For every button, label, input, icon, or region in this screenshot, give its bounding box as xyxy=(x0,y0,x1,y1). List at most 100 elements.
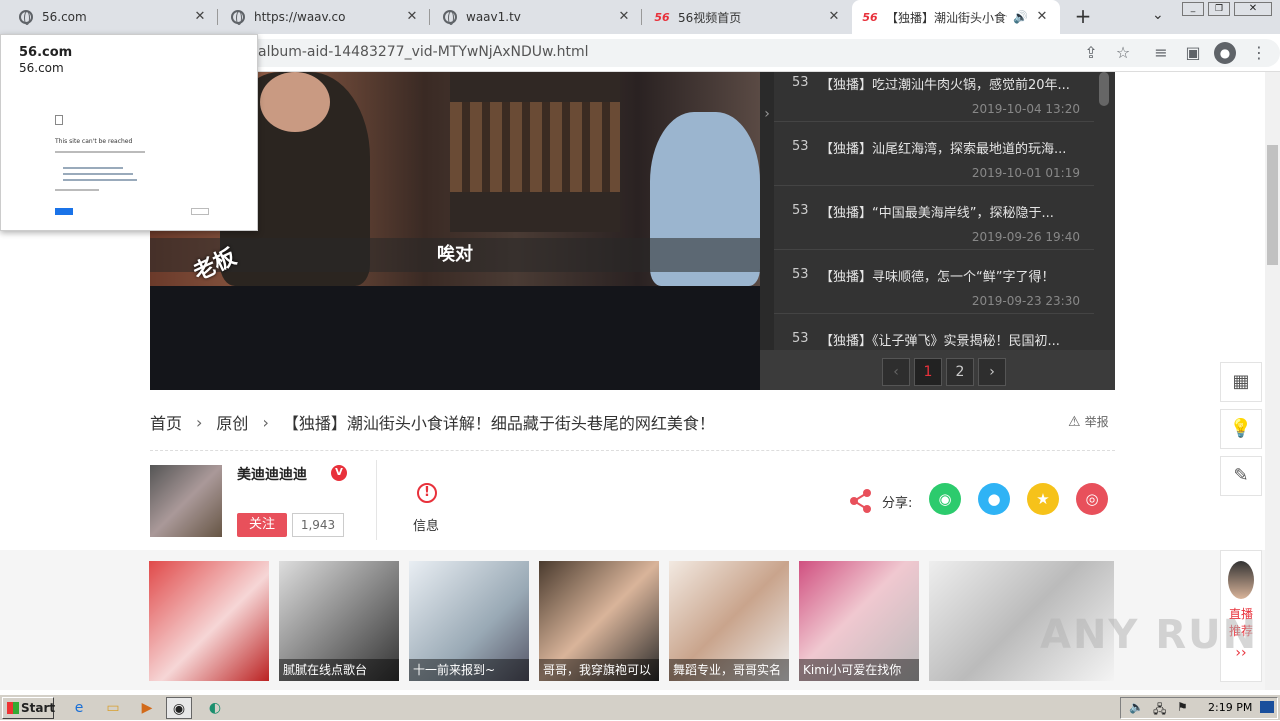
pager-prev-button[interactable]: ‹ xyxy=(882,358,910,386)
close-tab-icon[interactable]: ✕ xyxy=(826,9,842,25)
tab-label: 56.com xyxy=(42,10,87,24)
playlist-item[interactable]: 53 【独播】吃过潮汕牛肉火锅，感觉前20年... 2019-10-04 13:… xyxy=(774,58,1094,122)
media-controls-icon[interactable]: ≡ xyxy=(1150,42,1172,64)
info-icon[interactable]: ! xyxy=(417,483,437,503)
watermark: ANY RUN xyxy=(1040,612,1259,658)
warning-icon: ⚠ xyxy=(1068,414,1081,430)
live-thumb[interactable] xyxy=(149,561,269,681)
live-thumb[interactable]: Kimi小可爱在找你 xyxy=(799,561,919,681)
playlist-scrollbar[interactable] xyxy=(1099,72,1109,106)
playlist-item-num: 53 xyxy=(792,203,809,218)
tab-label: 【独播】潮汕街头小食详解 xyxy=(886,10,1007,25)
live-thumb[interactable]: 腻腻在线点歌台 xyxy=(279,561,399,681)
pager-next-button[interactable]: › xyxy=(978,358,1006,386)
report-link[interactable]: ⚠ 举报 xyxy=(1068,413,1109,430)
breadcrumb-home[interactable]: 首页 xyxy=(150,410,182,434)
new-tab-button[interactable]: + xyxy=(1072,5,1094,27)
playlist-item-num: 53 xyxy=(792,139,809,154)
weibo-icon[interactable]: ◎ xyxy=(1076,483,1108,515)
live-avatar xyxy=(1228,561,1254,599)
taskbar: Start e ▭ ▶ ◉ ◐ 🔈 🖧 ⚑ 2:19 PM xyxy=(0,694,1280,720)
start-button[interactable]: Start xyxy=(2,697,55,719)
globe-icon xyxy=(230,9,246,25)
playlist-item-title: 【独播】《让子弹飞》实景揭秘！民国初... xyxy=(820,334,1060,349)
flag-icon[interactable]: ⚑ xyxy=(1177,700,1188,714)
close-tab-icon[interactable]: ✕ xyxy=(1034,9,1050,25)
tab-waav[interactable]: https://waav.co ✕ xyxy=(220,0,430,34)
globe-icon xyxy=(442,9,458,25)
info-label[interactable]: 信息 xyxy=(413,515,439,534)
windows-logo-icon xyxy=(7,702,19,714)
56-logo-icon: 56 xyxy=(654,10,670,24)
folder-icon[interactable]: ▭ xyxy=(100,697,126,719)
follow-button[interactable]: 关注 xyxy=(237,513,287,537)
profile-icon[interactable]: ● xyxy=(1214,42,1236,64)
playlist-item[interactable]: 53 【独播】寻味顺德，怎一个“鲜”字了得！ 2019-09-23 23:30 xyxy=(774,250,1094,314)
chrome-icon[interactable]: ◉ xyxy=(166,697,192,719)
thumb-caption: 腻腻在线点歌台 xyxy=(279,659,399,681)
live-thumb[interactable]: 哥哥，我穿旗袍可以 xyxy=(539,561,659,681)
popup-subtitle: 56.com xyxy=(19,61,64,75)
breadcrumb: 首页 › 原创 › 【独播】潮汕街头小食详解！细品藏于街头巷尾的网红美食！ xyxy=(150,410,715,434)
restore-button[interactable]: ❐ xyxy=(1208,2,1230,16)
edge-icon[interactable]: ◐ xyxy=(202,697,228,719)
tab-56-home[interactable]: 56 56视频首页 ✕ xyxy=(644,0,852,34)
error-heading: This site can't be reached xyxy=(55,138,133,145)
playlist-item-num: 53 xyxy=(792,267,809,282)
playlist-item-num: 53 xyxy=(792,75,809,90)
lightbulb-icon[interactable]: 💡 xyxy=(1220,409,1262,449)
playlist-item[interactable]: 53 【独播】“中国最美海岸线”，探秘隐于... 2019-09-26 19:4… xyxy=(774,186,1094,250)
playlist-item[interactable]: 53 【独播】汕尾红海湾，探索最地道的玩海... 2019-10-01 01:1… xyxy=(774,122,1094,186)
playlist-item-title: 【独播】汕尾红海湾，探索最地道的玩海... xyxy=(820,142,1067,157)
close-tab-icon[interactable]: ✕ xyxy=(404,9,420,25)
url-text[interactable]: album-aid-14483277_vid-MTYwNjAxNDUw.html xyxy=(258,44,589,60)
side-panel-icon[interactable]: ▣ xyxy=(1182,42,1204,64)
pager-page-1[interactable]: 1 xyxy=(914,358,942,386)
ie-icon[interactable]: e xyxy=(66,697,92,719)
thumb-caption: 舞蹈专业，哥哥实名 xyxy=(669,659,789,681)
divider xyxy=(376,460,377,540)
verified-badge: V xyxy=(331,465,347,481)
pager-page-2[interactable]: 2 xyxy=(946,358,974,386)
live-thumb[interactable]: 舞蹈专业，哥哥实名 xyxy=(669,561,789,681)
bookmark-star-icon[interactable]: ☆ xyxy=(1112,42,1134,64)
collapse-playlist-icon[interactable]: › xyxy=(760,72,774,390)
tab-56com[interactable]: 56.com ✕ xyxy=(8,0,218,34)
feedback-icon[interactable]: ✎ xyxy=(1220,456,1262,496)
playlist-item-title: 【独播】寻味顺德，怎一个“鲜”字了得！ xyxy=(820,270,1055,285)
wechat-icon[interactable]: ◉ xyxy=(929,483,961,515)
close-tab-icon[interactable]: ✕ xyxy=(192,9,208,25)
volume-icon[interactable]: 🔈 xyxy=(1129,700,1144,714)
audio-icon[interactable]: 🔊 xyxy=(1013,10,1028,24)
globe-icon xyxy=(18,9,34,25)
live-thumb[interactable]: 十一前来报到~ xyxy=(409,561,529,681)
menu-kebab-icon[interactable]: ⋮ xyxy=(1248,42,1270,64)
minimize-button[interactable]: _ xyxy=(1182,2,1204,16)
breadcrumb-category[interactable]: 原创 xyxy=(216,410,248,434)
author-avatar[interactable] xyxy=(150,465,222,537)
close-tab-icon[interactable]: ✕ xyxy=(616,9,632,25)
network-icon[interactable]: 🖧 xyxy=(1153,700,1166,721)
tab-waav1[interactable]: waav1.tv ✕ xyxy=(432,0,642,34)
divider xyxy=(150,450,1115,451)
page-scrollbar-thumb[interactable] xyxy=(1267,145,1278,265)
thumb-caption: 十一前来报到~ xyxy=(409,659,529,681)
thumb-caption: 哥哥，我穿旗袍可以 xyxy=(539,659,659,681)
playlist-item-date: 2019-09-23 23:30 xyxy=(971,294,1080,308)
details-button xyxy=(191,208,209,215)
playlist-item-date: 2019-09-26 19:40 xyxy=(971,230,1080,244)
close-window-button[interactable]: ✕ xyxy=(1234,2,1272,16)
media-player-icon[interactable]: ▶ xyxy=(134,697,160,719)
tab-active-video[interactable]: 56 【独播】潮汕街头小食详解 🔊 ✕ xyxy=(852,0,1060,34)
popup-title: 56.com xyxy=(19,45,73,60)
share-icon xyxy=(850,489,871,513)
tab-strip: 56.com ✕ https://waav.co ✕ waav1.tv ✕ 56… xyxy=(0,0,1280,34)
author-name[interactable]: 美迪迪迪迪 xyxy=(237,464,307,484)
tab-label: https://waav.co xyxy=(254,10,346,24)
tab-search-icon[interactable]: ⌄ xyxy=(1152,7,1164,23)
clock: 2:19 PM xyxy=(1208,701,1253,714)
qr-code-icon[interactable]: ▦ xyxy=(1220,362,1262,402)
qzone-icon[interactable]: ★ xyxy=(1027,483,1059,515)
show-desktop-icon[interactable] xyxy=(1260,701,1274,713)
qq-icon[interactable]: ● xyxy=(978,483,1010,515)
